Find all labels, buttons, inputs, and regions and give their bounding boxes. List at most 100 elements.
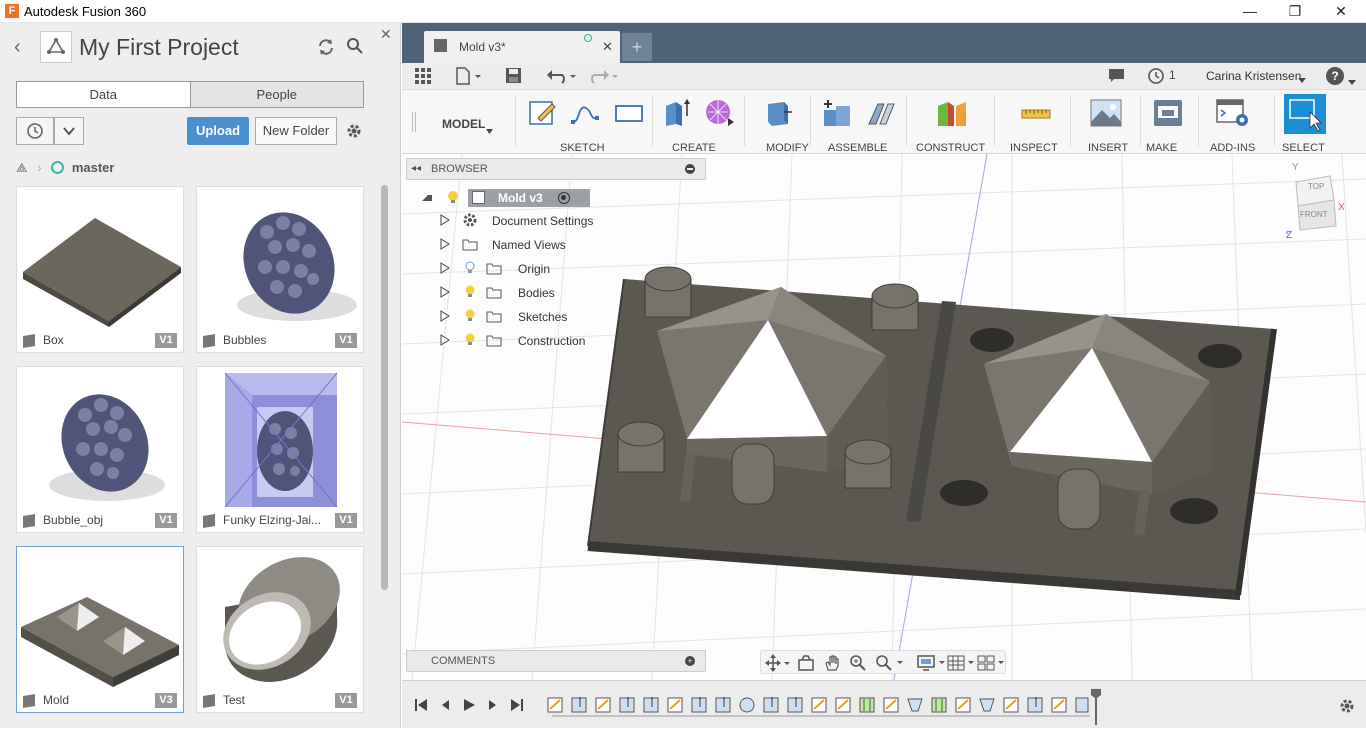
joint-icon[interactable]: [866, 98, 896, 128]
step-forward-icon[interactable]: [486, 698, 500, 715]
gear-icon[interactable]: [345, 122, 363, 145]
minimize-browser-icon[interactable]: [685, 164, 695, 174]
rectangle-icon[interactable]: [614, 98, 644, 128]
viewcube-top-label[interactable]: TOP: [1308, 182, 1324, 191]
tab-data[interactable]: Data: [17, 82, 191, 107]
back-arrow-icon[interactable]: ‹: [14, 36, 21, 59]
inspect-menu[interactable]: INSPECT: [1010, 142, 1058, 154]
tree-origin[interactable]: Origin: [518, 258, 550, 280]
insert-image-icon[interactable]: [1090, 98, 1122, 128]
press-pull-icon[interactable]: [764, 98, 794, 128]
modify-menu[interactable]: MODIFY: [766, 142, 809, 154]
redo-icon[interactable]: [588, 67, 620, 90]
comments-icon[interactable]: [1108, 68, 1125, 88]
spline-icon[interactable]: [570, 98, 600, 128]
help-chevron-icon[interactable]: [1348, 73, 1356, 91]
create-menu[interactable]: CREATE: [672, 142, 716, 154]
branch-label[interactable]: master: [72, 160, 115, 175]
user-name[interactable]: Carina Kristensen: [1206, 69, 1301, 83]
viewcube-front-label[interactable]: FRONT: [1300, 210, 1328, 219]
form-icon[interactable]: [704, 98, 734, 128]
create-sketch-icon[interactable]: [528, 98, 558, 128]
grid-menu-icon[interactable]: [415, 68, 432, 90]
expand-arrow-icon[interactable]: [440, 261, 450, 279]
close-window-button[interactable]: ✕: [1318, 0, 1364, 22]
visibility-lightbulb-icon[interactable]: [446, 190, 460, 204]
timeline-settings-gear-icon[interactable]: [1338, 697, 1356, 720]
tree-bodies[interactable]: Bodies: [518, 282, 555, 304]
new-component-icon[interactable]: [822, 98, 852, 128]
make-menu[interactable]: MAKE: [1146, 142, 1177, 154]
active-component-highlight[interactable]: Mold v3: [468, 189, 590, 207]
measure-icon[interactable]: [1020, 98, 1051, 128]
addins-menu[interactable]: ADD-INS: [1210, 142, 1255, 154]
construct-menu[interactable]: CONSTRUCT: [916, 142, 985, 154]
close-tab-icon[interactable]: ✕: [602, 39, 613, 55]
undo-icon[interactable]: [546, 67, 578, 90]
expand-arrow-icon[interactable]: [440, 333, 450, 351]
zoom-icon[interactable]: [849, 654, 867, 677]
new-tab-button[interactable]: +: [622, 33, 652, 61]
visibility-lightbulb-icon[interactable]: [464, 309, 476, 328]
grid-settings-icon[interactable]: [947, 654, 977, 677]
tree-document-settings[interactable]: Document Settings: [492, 210, 593, 232]
data-panel-scrollbar[interactable]: [381, 185, 388, 590]
expand-arrow-icon[interactable]: [440, 285, 450, 303]
3d-print-icon[interactable]: [1152, 98, 1182, 128]
fit-icon[interactable]: [875, 654, 905, 677]
user-chevron-icon[interactable]: [1298, 71, 1306, 89]
comments-panel-header[interactable]: COMMENTS +: [406, 650, 706, 672]
file-menu-icon[interactable]: [455, 67, 483, 90]
view-cube[interactable]: TOP FRONT X Y Z: [1286, 162, 1345, 241]
expand-arrow-icon[interactable]: [440, 213, 450, 231]
orbit-icon[interactable]: [765, 654, 791, 677]
extrude-icon[interactable]: [662, 98, 692, 128]
collapse-left-icon[interactable]: ◂◂: [411, 163, 421, 174]
display-settings-icon[interactable]: [917, 654, 947, 677]
step-back-icon[interactable]: [438, 698, 452, 715]
insert-menu[interactable]: INSERT: [1088, 142, 1128, 154]
tab-people[interactable]: People: [190, 82, 363, 107]
tab-mold-v3[interactable]: Mold v3* ✕: [424, 31, 620, 63]
tree-construction[interactable]: Construction: [518, 330, 585, 352]
visibility-lightbulb-icon[interactable]: [464, 285, 476, 304]
toolbar-grip[interactable]: [412, 112, 416, 132]
scripts-addins-icon[interactable]: [1216, 98, 1248, 128]
offset-plane-icon[interactable]: [936, 98, 966, 128]
help-icon[interactable]: ?: [1326, 67, 1344, 85]
timeline-features[interactable]: [546, 695, 1096, 717]
viewports-icon[interactable]: [977, 654, 1007, 677]
chevron-down-icon[interactable]: [54, 117, 84, 145]
file-card-bubbles[interactable]: Bubbles V1: [196, 186, 364, 353]
file-card-test[interactable]: Test V1: [196, 546, 364, 713]
file-card-box[interactable]: Box V1: [16, 186, 184, 353]
visibility-lightbulb-icon[interactable]: [464, 333, 476, 352]
project-root-icon[interactable]: ⟁: [16, 160, 28, 175]
workspace-switcher[interactable]: MODEL: [442, 117, 485, 131]
refresh-icon[interactable]: [316, 37, 336, 62]
search-icon[interactable]: [346, 37, 364, 60]
maximize-button[interactable]: ❐: [1272, 0, 1318, 22]
pan-icon[interactable]: [823, 654, 841, 677]
tree-named-views[interactable]: Named Views: [492, 234, 566, 256]
skip-to-end-icon[interactable]: [510, 698, 524, 715]
file-card-funky[interactable]: Funky Elzing-Jai... V1: [196, 366, 364, 533]
skip-to-start-icon[interactable]: [414, 698, 428, 715]
activate-radio-icon[interactable]: [558, 192, 570, 204]
play-icon[interactable]: [462, 698, 476, 715]
save-icon[interactable]: [505, 67, 522, 89]
look-at-icon[interactable]: [797, 654, 815, 677]
add-comment-icon[interactable]: +: [685, 656, 695, 666]
browser-panel-header[interactable]: ◂◂ BROWSER: [406, 158, 706, 180]
version-history-button[interactable]: [16, 117, 54, 145]
tree-sketches[interactable]: Sketches: [518, 306, 567, 328]
file-card-bubble-obj[interactable]: Bubble_obj V1: [16, 366, 184, 533]
timeline-marker[interactable]: [1091, 689, 1101, 725]
minimize-button[interactable]: —: [1227, 0, 1273, 22]
file-card-mold[interactable]: Mold V3: [16, 546, 184, 713]
close-panel-icon[interactable]: ✕: [380, 26, 392, 43]
expand-arrow-icon[interactable]: [440, 237, 450, 255]
upload-button[interactable]: Upload: [187, 117, 249, 145]
assemble-menu[interactable]: ASSEMBLE: [828, 142, 887, 154]
job-status-icon[interactable]: [1147, 67, 1165, 90]
